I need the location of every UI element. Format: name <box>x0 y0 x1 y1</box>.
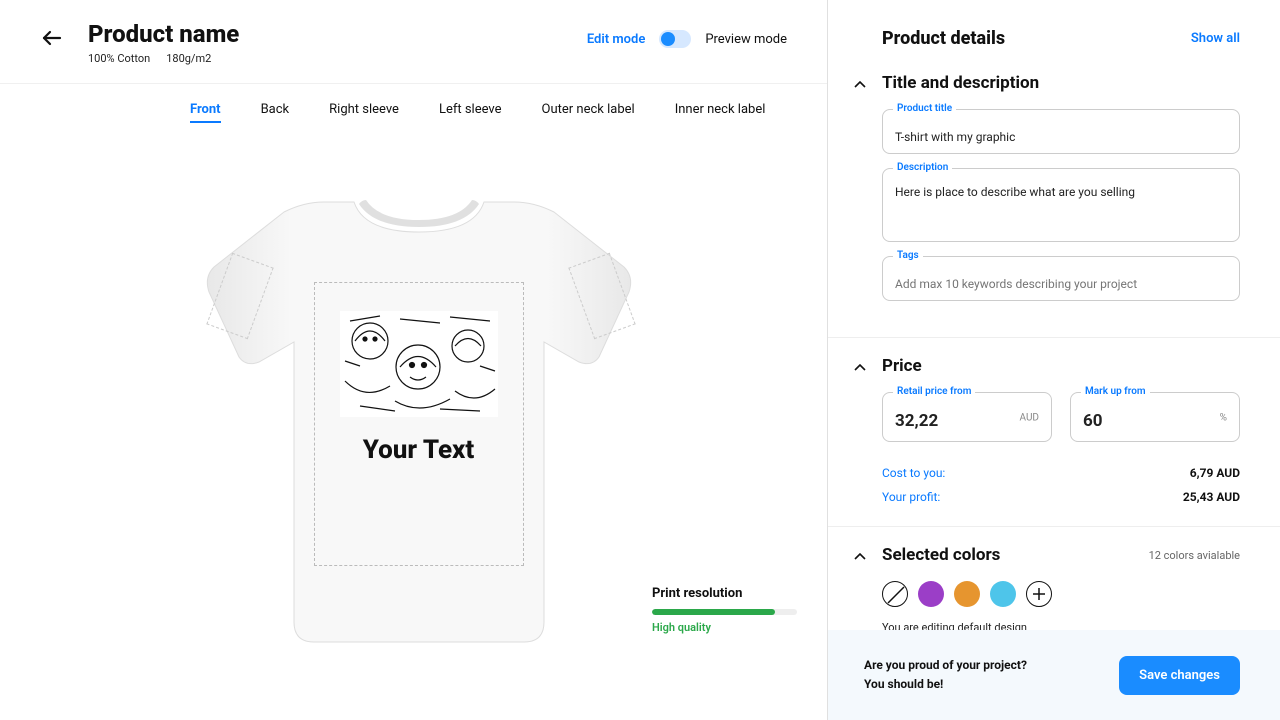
footer-line1: Are you proud of your project? <box>864 656 1027 675</box>
retail-price-input[interactable] <box>895 411 1039 431</box>
details-pane: Product details Show all Title and descr… <box>828 0 1280 720</box>
markup-field[interactable]: Mark up from % <box>1070 392 1240 442</box>
save-footer: Are you proud of your project? You shoul… <box>828 630 1280 720</box>
tab-front[interactable]: Front <box>190 102 221 123</box>
details-scroll[interactable]: Title and description Product title Desc… <box>828 73 1280 720</box>
header: Product name 100% Cotton 180g/m2 Edit mo… <box>0 0 827 84</box>
profit-label: Your profit: <box>882 490 940 504</box>
details-title: Product details <box>882 28 1005 49</box>
design-text[interactable]: Your Text <box>363 435 475 465</box>
product-title-input[interactable] <box>895 130 1227 144</box>
mode-switch: Edit mode Preview mode <box>587 30 787 48</box>
resolution-quality: High quality <box>652 621 797 634</box>
details-header: Product details Show all <box>828 0 1280 73</box>
footer-line2: You should be! <box>864 675 1027 694</box>
tags-input[interactable] <box>895 277 1227 291</box>
product-title-label: Product title <box>893 103 956 114</box>
color-swatch-orange[interactable] <box>954 581 980 607</box>
edit-mode-label[interactable]: Edit mode <box>587 32 645 47</box>
preview-mode-label[interactable]: Preview mode <box>705 32 787 47</box>
color-swatches <box>882 581 1240 607</box>
retail-price-field[interactable]: Retail price from AUD <box>882 392 1052 442</box>
markup-input[interactable] <box>1083 411 1227 431</box>
color-swatch-purple[interactable] <box>918 581 944 607</box>
color-swatch-blue[interactable] <box>990 581 1016 607</box>
section-title-description: Title and description Product title Desc… <box>828 73 1280 338</box>
resolution-label: Print resolution <box>652 586 797 601</box>
tab-left-sleeve[interactable]: Left sleeve <box>439 102 502 123</box>
description-input[interactable] <box>895 185 1227 229</box>
description-label: Description <box>893 162 952 173</box>
tshirt-mockup: Your Text <box>184 182 644 662</box>
resolution-bar <box>652 609 797 615</box>
add-color-icon[interactable] <box>1026 581 1052 607</box>
tab-right-sleeve[interactable]: Right sleeve <box>329 102 399 123</box>
front-print-zone[interactable]: Your Text <box>314 282 524 566</box>
tags-label: Tags <box>893 250 923 261</box>
chevron-up-icon[interactable] <box>854 74 866 93</box>
product-name: Product name <box>88 20 563 48</box>
tab-inner-neck[interactable]: Inner neck label <box>675 102 766 123</box>
section-heading: Price <box>882 356 1240 376</box>
show-all-link[interactable]: Show all <box>1191 31 1240 46</box>
back-arrow-icon[interactable] <box>40 26 64 54</box>
color-swatch-white[interactable] <box>882 581 908 607</box>
design-canvas[interactable]: Your Text Print resolution High quality <box>0 123 827 720</box>
section-heading: Selected colors <box>882 545 1133 565</box>
print-area-tabs: Front Back Right sleeve Left sleeve Oute… <box>0 84 827 123</box>
retail-price-label: Retail price from <box>893 386 975 397</box>
chevron-up-icon[interactable] <box>854 357 866 376</box>
profit-value: 25,43 AUD <box>1183 490 1240 504</box>
chevron-up-icon[interactable] <box>854 546 866 565</box>
description-field[interactable]: Description <box>882 168 1240 242</box>
colors-available: 12 colors avialable <box>1149 549 1240 562</box>
mode-toggle[interactable] <box>659 30 691 48</box>
user-graphic[interactable] <box>340 311 498 417</box>
product-title-field[interactable]: Product title <box>882 109 1240 154</box>
markup-unit: % <box>1220 413 1227 424</box>
header-title-block: Product name 100% Cotton 180g/m2 <box>88 20 563 65</box>
resolution-indicator: Print resolution High quality <box>652 586 797 634</box>
tab-outer-neck[interactable]: Outer neck label <box>542 102 635 123</box>
tags-field[interactable]: Tags <box>882 256 1240 301</box>
markup-label: Mark up from <box>1081 386 1150 397</box>
section-heading: Title and description <box>882 73 1240 93</box>
editor-pane: Product name 100% Cotton 180g/m2 Edit mo… <box>0 0 828 720</box>
section-price: Price Retail price from AUD Mark up from… <box>828 356 1280 527</box>
material-label: 100% Cotton <box>88 52 150 65</box>
weight-label: 180g/m2 <box>166 52 211 65</box>
cost-value: 6,79 AUD <box>1190 466 1240 480</box>
retail-unit: AUD <box>1020 413 1040 424</box>
tab-back[interactable]: Back <box>261 102 290 123</box>
footer-message: Are you proud of your project? You shoul… <box>864 656 1027 694</box>
cost-label: Cost to you: <box>882 466 945 480</box>
save-button[interactable]: Save changes <box>1119 656 1240 695</box>
